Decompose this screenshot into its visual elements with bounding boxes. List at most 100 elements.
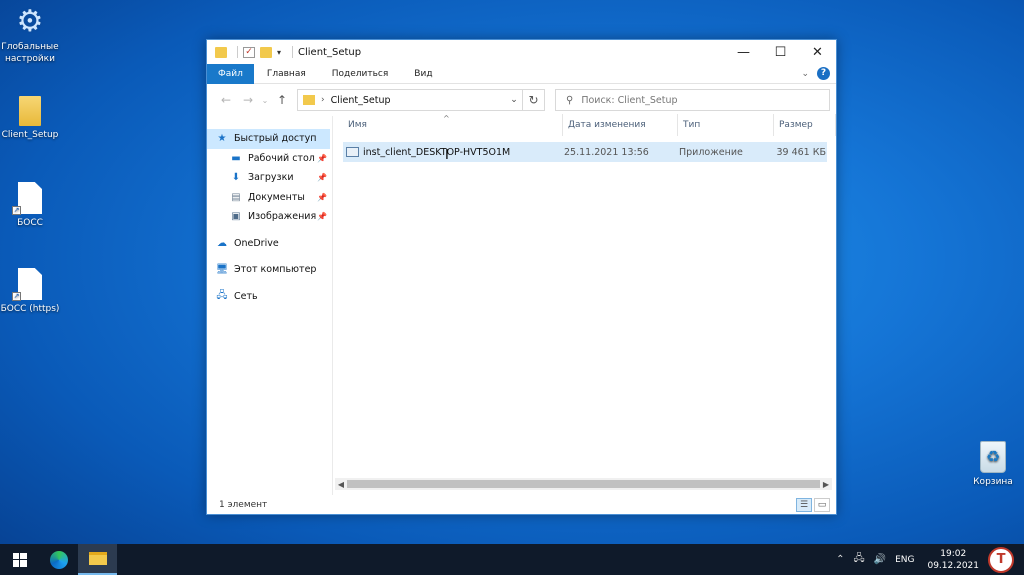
pin-icon: 📌 (317, 173, 327, 183)
tab-share[interactable]: Поделиться (319, 64, 402, 84)
sidebar-item-label: Рабочий стол (248, 152, 315, 164)
large-icons-view-button[interactable]: ▭ (814, 497, 830, 512)
scroll-left-icon[interactable]: ◀ (335, 480, 347, 489)
search-input[interactable]: ⚲ Поиск: Client_Setup (555, 89, 830, 111)
desktop-icon-label: Client_Setup (1, 130, 59, 140)
channel-logo: T (988, 546, 1014, 573)
tab-home[interactable]: Главная (254, 64, 319, 84)
sidebar-item-downloads[interactable]: ⬇ Загрузки 📌 (207, 168, 332, 188)
network-icon: 🖧 (216, 289, 228, 301)
recycle-bin-icon: ♻ (980, 441, 1006, 473)
pin-icon: 📌 (317, 192, 327, 202)
desktop-icon-boss-https[interactable]: ↗ БОСС (https) (0, 268, 60, 315)
system-tray: ⌃ 🖧 🔊 ENG 19:02 09.12.2021 T (836, 546, 1024, 573)
application-icon (346, 147, 359, 157)
file-name: inst_client_DESKTOP-HVT5O1M (363, 146, 511, 158)
help-icon[interactable]: ? (817, 67, 830, 80)
column-header-modified[interactable]: Дата изменения (563, 114, 678, 136)
file-list: ^ Имя Дата изменения Тип Размер inst_cli… (333, 114, 836, 495)
file-modified: 25.11.2021 13:56 (564, 146, 649, 158)
tab-file[interactable]: Файл (207, 63, 254, 84)
desktop-icon: ▬ (231, 152, 241, 164)
breadcrumb[interactable]: Client_Setup (331, 95, 391, 106)
desktop-icon-client-setup[interactable]: Client_Setup (0, 96, 60, 141)
show-hidden-icons-icon[interactable]: ⌃ (836, 554, 844, 565)
desktop-icon-label: Корзина (973, 477, 1013, 487)
navigation-pane: ★ Быстрый доступ ▬ Рабочий стол 📌 ⬇ Загр… (207, 116, 333, 495)
ribbon: Файл Главная Поделиться Вид ⌄ ? (207, 63, 836, 84)
desktop-icon-label: Глобальные настройки (1, 42, 59, 64)
horizontal-scrollbar[interactable]: ◀ ▶ (335, 478, 832, 490)
desktop-icon-boss[interactable]: ↗ БОСС (0, 182, 60, 229)
new-folder-icon[interactable] (260, 46, 272, 58)
refresh-button[interactable]: ↻ (523, 89, 545, 111)
desktop-icon-recycle-bin[interactable]: ♻ Корзина (963, 441, 1023, 488)
sidebar-item-documents[interactable]: ▤ Документы 📌 (207, 188, 332, 208)
sidebar-item-label: Сеть (234, 290, 258, 302)
sidebar-item-this-pc[interactable]: 🖥 Этот компьютер (207, 260, 332, 280)
desktop-icon-label: БОСС (https) (0, 304, 60, 314)
windows-logo-icon (12, 552, 27, 567)
file-size: 39 461 КБ (776, 146, 826, 158)
sidebar-item-quick-access[interactable]: ★ Быстрый доступ (207, 129, 330, 149)
address-bar[interactable]: › Client_Setup ⌄ (297, 89, 523, 111)
sidebar-item-label: Этот компьютер (234, 264, 317, 276)
sidebar-item-label: OneDrive (234, 237, 279, 249)
status-bar: 1 элемент ☰ ▭ (207, 495, 836, 514)
pin-icon: 📌 (317, 212, 327, 222)
search-icon: ⚲ (566, 94, 574, 106)
shortcut-arrow-icon: ↗ (12, 206, 21, 215)
taskbar-edge[interactable] (39, 544, 78, 575)
clock-time: 19:02 (940, 548, 967, 559)
gear-icon: ⚙ (16, 4, 44, 39)
column-header-size[interactable]: Размер (774, 114, 836, 136)
address-dropdown-icon[interactable]: ⌄ (506, 95, 522, 105)
sidebar-item-label: Загрузки (248, 172, 294, 184)
input-language[interactable]: ENG (895, 555, 914, 565)
clock[interactable]: 19:02 09.12.2021 (927, 548, 979, 572)
title-bar[interactable]: ✓ ▾ Client_Setup — ☐ ✕ (207, 40, 836, 64)
sidebar-item-label: Быстрый доступ (234, 133, 317, 145)
scroll-right-icon[interactable]: ▶ (820, 480, 832, 489)
sidebar-item-pictures[interactable]: ▣ Изображения 📌 (207, 207, 332, 227)
text-cursor-icon: I (445, 148, 449, 163)
expand-ribbon-icon[interactable]: ⌄ (801, 69, 809, 79)
column-header-name[interactable]: Имя (343, 114, 563, 136)
computer-icon: 🖥 (215, 264, 229, 276)
clock-date: 09.12.2021 (927, 560, 979, 571)
edge-icon (49, 550, 68, 569)
close-button[interactable]: ✕ (799, 40, 836, 64)
folder-icon (303, 95, 315, 105)
shortcut-file-icon (18, 182, 42, 214)
back-button[interactable]: ← (215, 93, 237, 107)
forward-button[interactable]: → (237, 93, 259, 107)
up-button[interactable]: ↑ (271, 93, 293, 107)
maximize-button[interactable]: ☐ (762, 40, 799, 64)
sidebar-item-onedrive[interactable]: ☁ OneDrive (207, 234, 332, 254)
search-placeholder: Поиск: Client_Setup (581, 94, 678, 106)
sidebar-item-network[interactable]: 🖧 Сеть (207, 287, 332, 307)
customize-toolbar-icon[interactable]: ▾ (277, 48, 281, 57)
documents-icon: ▤ (231, 191, 241, 203)
desktop-icon-global-settings[interactable]: ⚙ Глобальные настройки (0, 6, 60, 65)
folder-icon (215, 46, 227, 58)
scroll-thumb[interactable] (347, 480, 820, 488)
taskbar-explorer[interactable] (78, 544, 117, 575)
breadcrumb-separator[interactable]: › (321, 95, 325, 105)
star-icon: ★ (217, 133, 227, 145)
start-button[interactable] (0, 544, 39, 575)
minimize-button[interactable]: — (725, 40, 762, 64)
sidebar-item-label: Документы (248, 191, 305, 203)
download-icon: ⬇ (231, 172, 241, 184)
column-header-type[interactable]: Тип (678, 114, 774, 136)
volume-icon[interactable]: 🔊 (874, 554, 886, 565)
properties-icon[interactable]: ✓ (243, 46, 255, 58)
recent-locations-button[interactable]: ⌄ (259, 96, 271, 105)
sidebar-item-desktop[interactable]: ▬ Рабочий стол 📌 (207, 149, 332, 169)
details-view-button[interactable]: ☰ (796, 497, 812, 512)
window-title: Client_Setup (298, 46, 362, 58)
item-count: 1 элемент (219, 499, 268, 510)
table-row[interactable]: inst_client_DESKTOP-HVT5O1M 25.11.2021 1… (343, 142, 827, 162)
tab-view[interactable]: Вид (401, 64, 445, 84)
network-icon[interactable]: 🖧 (853, 551, 864, 568)
